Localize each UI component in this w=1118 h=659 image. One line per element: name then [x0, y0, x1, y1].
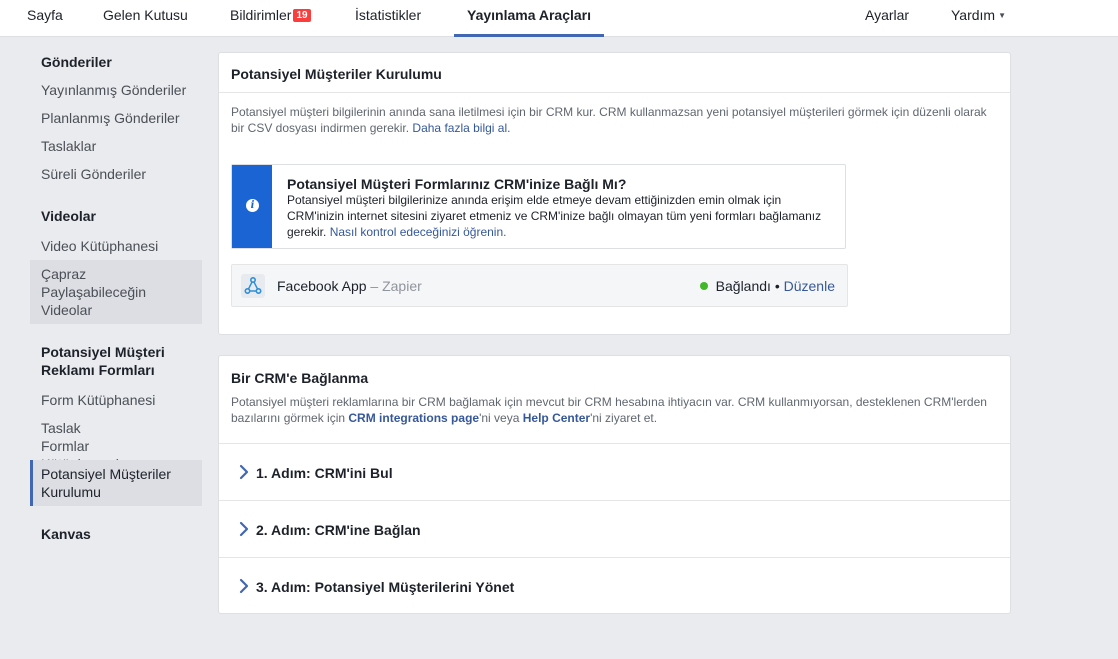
step-label: 2. Adım: CRM'ine Bağlan: [256, 522, 421, 538]
tab-label: İstatistikler: [355, 7, 422, 23]
settings-link[interactable]: Ayarlar: [865, 0, 909, 37]
connection-name: Facebook App – Zapier: [277, 278, 422, 294]
sidebar-section-lead-ads-forms: Potansiyel Müşteri Reklamı Formları: [41, 344, 165, 378]
desc-text: 'ni veya: [479, 411, 523, 425]
chevron-right-icon: [239, 521, 249, 537]
step-connect-crm[interactable]: 2. Adım: CRM'ine Bağlan: [219, 500, 1010, 557]
step-label: 1. Adım: CRM'ini Bul: [256, 465, 393, 481]
status-separator: •: [774, 278, 780, 294]
info-notice-title: Potansiyel Müşteri Formlarınız CRM'inize…: [287, 176, 627, 192]
description-text: Potansiyel müşteri bilgilerinin anında s…: [231, 105, 987, 135]
top-navigation: Sayfa Gelen Kutusu Bildirimler 19 İstatis…: [0, 0, 1118, 37]
help-menu[interactable]: Yardım ▼: [951, 0, 1006, 37]
sidebar-section-posts: Gönderiler: [41, 54, 112, 70]
crm-info-notice: i Potansiyel Müşteri Formlarınız CRM'ini…: [231, 164, 846, 249]
info-notice-text: Potansiyel müşteri bilgilerinize anında …: [287, 192, 837, 240]
chevron-right-icon: [239, 578, 249, 594]
sidebar-item-scheduled-posts[interactable]: Planlanmış Gönderiler: [30, 109, 202, 127]
leads-setup-card: Potansiyel Müşteriler Kurulumu Potansiye…: [218, 52, 1011, 335]
tab-sayfa[interactable]: Sayfa: [27, 0, 63, 37]
settings-label: Ayarlar: [865, 7, 910, 23]
step-label: 3. Adım: Potansiyel Müşterilerini Yönet: [256, 579, 515, 595]
crm-connection-row: Facebook App – Zapier Bağlandı • Düzenle: [231, 264, 848, 307]
app-name: Facebook App: [277, 278, 367, 294]
tab-notifications[interactable]: Bildirimler 19: [230, 0, 311, 37]
caret-down-icon: ▼: [998, 11, 1007, 20]
zapier-app-icon: [241, 274, 265, 298]
leads-setup-description: Potansiyel müşteri bilgilerinin anında s…: [231, 104, 991, 136]
sidebar-item-leads-setup[interactable]: Potansiyel Müşteriler Kurulumu: [30, 460, 202, 506]
tab-label: Bildirimler: [230, 7, 292, 23]
tab-insights[interactable]: İstatistikler: [355, 0, 421, 37]
sidebar-item-video-library[interactable]: Video Kütüphanesi: [30, 237, 202, 255]
step-find-crm[interactable]: 1. Adım: CRM'ini Bul: [219, 443, 1010, 500]
sidebar-item-crossposting-videos[interactable]: Çapraz Paylaşabileceğin Videolar: [30, 260, 202, 324]
connect-crm-description: Potansiyel müşteri reklamlarına bir CRM …: [231, 394, 991, 426]
connection-status: Bağlandı • Düzenle: [699, 278, 835, 294]
info-icon: i: [246, 199, 259, 212]
tab-label: Gelen Kutusu: [103, 7, 188, 23]
how-to-check-link[interactable]: Nasıl kontrol edeceğinizi öğrenin.: [330, 225, 507, 239]
sidebar-item-expiring-posts[interactable]: Süreli Gönderiler: [30, 165, 202, 183]
learn-more-link[interactable]: Daha fazla bilgi al.: [412, 121, 510, 135]
provider-separator: –: [370, 278, 379, 294]
notification-count-badge: 19: [293, 9, 311, 22]
sidebar-section-videos: Videolar: [41, 208, 96, 224]
edit-connection-link[interactable]: Düzenle: [784, 278, 835, 294]
step-manage-leads[interactable]: 3. Adım: Potansiyel Müşterilerini Yönet: [219, 557, 1010, 614]
tab-inbox[interactable]: Gelen Kutusu: [103, 0, 188, 37]
status-text: Bağlandı: [715, 278, 771, 294]
sidebar-item-canvas[interactable]: Kanvas: [30, 525, 202, 543]
provider-name: Zapier: [382, 278, 422, 294]
sidebar-item-published-posts[interactable]: Yayınlanmış Gönderiler: [30, 81, 202, 99]
connect-crm-card: Bir CRM'e Bağlanma Potansiyel müşteri re…: [218, 355, 1011, 614]
connected-status-dot: [699, 282, 708, 290]
sidebar-item-drafts[interactable]: Taslaklar: [30, 137, 202, 155]
help-center-link[interactable]: Help Center: [523, 411, 590, 425]
leads-setup-header: Potansiyel Müşteriler Kurulumu: [219, 53, 1010, 93]
info-notice-bar: i: [232, 165, 272, 248]
tab-publishing-tools[interactable]: Yayınlama Araçları: [454, 0, 604, 37]
crm-integrations-link[interactable]: CRM integrations page: [348, 411, 479, 425]
tab-label: Sayfa: [27, 7, 63, 23]
sidebar-item-form-library[interactable]: Form Kütüphanesi: [30, 391, 202, 409]
chevron-right-icon: [239, 464, 249, 480]
desc-text: 'ni ziyaret et.: [590, 411, 658, 425]
connect-crm-title: Bir CRM'e Bağlanma: [231, 370, 369, 386]
help-label: Yardım: [951, 7, 996, 23]
leads-setup-title: Potansiyel Müşteriler Kurulumu: [231, 66, 442, 82]
tab-label: Yayınlama Araçları: [467, 7, 592, 23]
